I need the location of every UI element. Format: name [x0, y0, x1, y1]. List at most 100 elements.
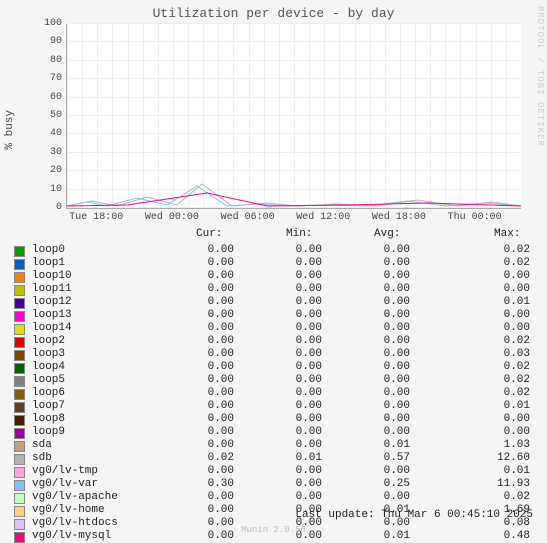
val-cur: 0.00	[174, 374, 234, 386]
val-min: 0.00	[262, 244, 322, 256]
val-avg: 0.00	[350, 270, 410, 282]
val-cur: 0.00	[174, 348, 234, 360]
val-avg: 0.00	[350, 348, 410, 360]
val-max: 0.02	[470, 387, 530, 399]
series-name: loop3	[32, 348, 65, 360]
val-max: 0.02	[470, 361, 530, 373]
legend-row: loop10.000.000.000.02	[14, 257, 534, 270]
legend-swatch	[14, 298, 25, 309]
val-cur: 0.00	[174, 439, 234, 451]
legend-row: loop30.000.000.000.03	[14, 348, 534, 361]
header-avg: Avg:	[374, 228, 400, 240]
val-cur: 0.00	[174, 491, 234, 503]
val-min: 0.00	[262, 400, 322, 412]
val-min: 0.00	[262, 361, 322, 373]
legend-row: vg0/lv-var0.300.000.2511.93	[14, 478, 534, 491]
legend-swatch	[14, 480, 25, 491]
val-avg: 0.00	[350, 244, 410, 256]
legend-row: loop110.000.000.000.00	[14, 283, 534, 296]
legend-swatch	[14, 467, 25, 478]
legend-swatch	[14, 350, 25, 361]
ytick: 70	[38, 73, 62, 84]
ytick: 40	[38, 128, 62, 139]
ytick: 30	[38, 147, 62, 158]
legend-swatch	[14, 285, 25, 296]
series-name: sdb	[32, 452, 52, 464]
series-name: sda	[32, 439, 52, 451]
val-min: 0.00	[262, 257, 322, 269]
val-min: 0.00	[262, 270, 322, 282]
legend-row: loop80.000.000.000.00	[14, 413, 534, 426]
val-avg: 0.57	[350, 452, 410, 464]
val-cur: 0.00	[174, 465, 234, 477]
val-avg: 0.00	[350, 387, 410, 399]
ytick: 80	[38, 55, 62, 66]
val-cur: 0.00	[174, 244, 234, 256]
series-name: loop1	[32, 257, 65, 269]
val-max: 0.01	[470, 465, 530, 477]
val-min: 0.00	[262, 387, 322, 399]
xtick: Thu 00:00	[448, 212, 502, 223]
xtick: Tue 18:00	[69, 212, 123, 223]
val-max: 1.03	[470, 439, 530, 451]
val-cur: 0.00	[174, 257, 234, 269]
legend-row: sdb 0.02 0.01 0.57 12.60	[14, 452, 534, 465]
val-cur: 0.00	[174, 309, 234, 321]
val-cur: 0.30	[174, 478, 234, 490]
val-min: 0.00	[262, 322, 322, 334]
y-axis-label: % busy	[4, 110, 16, 150]
ytick: 100	[38, 18, 62, 29]
val-min: 0.00	[262, 439, 322, 451]
series-name: loop10	[32, 270, 72, 282]
val-avg: 0.00	[350, 322, 410, 334]
val-avg: 0.00	[350, 283, 410, 295]
legend-swatch	[14, 324, 25, 335]
series-name: loop4	[32, 361, 65, 373]
val-min: 0.00	[262, 309, 322, 321]
val-min: 0.00	[262, 465, 322, 477]
val-avg: 0.00	[350, 400, 410, 412]
plot-area	[66, 24, 521, 209]
legend-row: loop90.000.000.000.00	[14, 426, 534, 439]
legend-row: loop140.000.000.000.00	[14, 322, 534, 335]
series-name: loop2	[32, 335, 65, 347]
legend-row: loop100.000.000.000.00	[14, 270, 534, 283]
val-cur: 0.02	[174, 452, 234, 464]
val-cur: 0.00	[174, 400, 234, 412]
series-name: vg0/lv-var	[32, 478, 98, 490]
legend-swatch	[14, 311, 25, 322]
val-avg: 0.25	[350, 478, 410, 490]
val-max: 12.60	[470, 452, 530, 464]
xtick: Wed 06:00	[221, 212, 275, 223]
val-avg: 0.00	[350, 309, 410, 321]
legend-row: loop130.000.000.000.00	[14, 309, 534, 322]
val-max: 0.00	[470, 413, 530, 425]
val-min: 0.00	[262, 374, 322, 386]
credit: Munin 2.0.56	[0, 525, 547, 535]
val-min: 0.00	[262, 478, 322, 490]
val-avg: 0.00	[350, 335, 410, 347]
val-min: 0.00	[262, 491, 322, 503]
last-update: Last update: Thu Mar 6 00:45:10 2025	[295, 509, 533, 521]
legend-row: sda0.000.000.011.03	[14, 439, 534, 452]
legend-row: loop70.000.000.000.01	[14, 400, 534, 413]
legend-row: loop120.000.000.000.01	[14, 296, 534, 309]
val-cur: 0.00	[174, 270, 234, 282]
ytick: 60	[38, 92, 62, 103]
val-avg: 0.00	[350, 465, 410, 477]
legend-swatch	[14, 389, 25, 400]
ytick: 50	[38, 110, 62, 121]
series-name: loop7	[32, 400, 65, 412]
val-min: 0.01	[262, 452, 322, 464]
ytick: 10	[38, 184, 62, 195]
val-max: 0.01	[470, 296, 530, 308]
legend-swatch	[14, 259, 25, 270]
series-name: loop6	[32, 387, 65, 399]
val-max: 0.00	[470, 322, 530, 334]
legend-swatch	[14, 428, 25, 439]
val-max: 0.03	[470, 348, 530, 360]
val-max: 0.00	[470, 309, 530, 321]
val-cur: 0.00	[174, 504, 234, 516]
legend-row: loop20.000.000.000.02	[14, 335, 534, 348]
legend-swatch	[14, 493, 25, 504]
